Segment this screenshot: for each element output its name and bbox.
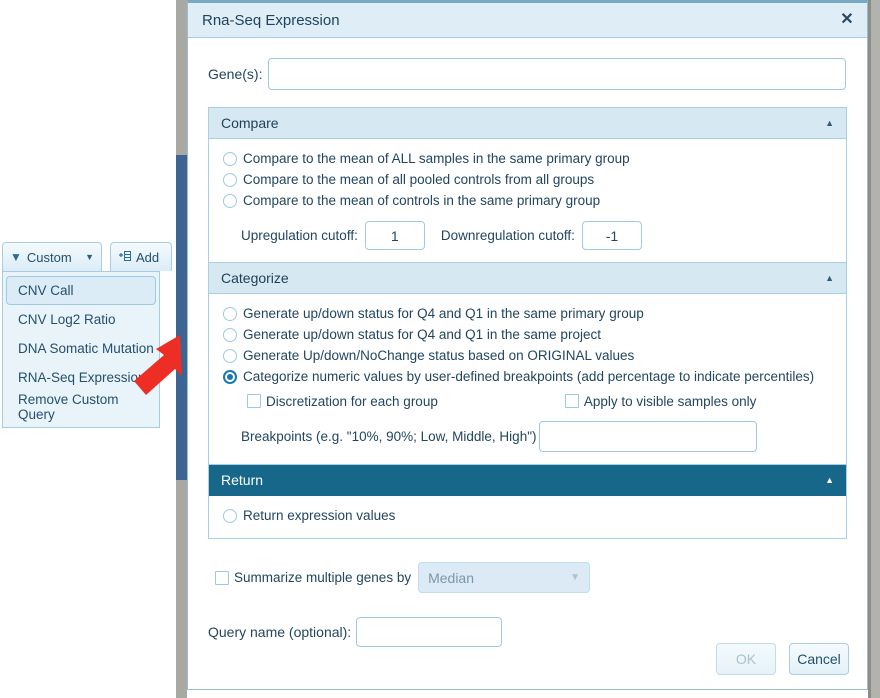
page-scrollbar-thumb[interactable] — [176, 155, 187, 480]
categorize-option-label: Generate up/down status for Q4 and Q1 in… — [243, 327, 601, 342]
return-panel: Return ▲ Return expression values — [208, 465, 847, 539]
radio-icon[interactable] — [223, 348, 237, 363]
chevron-down-icon: ▼ — [570, 572, 581, 583]
return-option-expression-values[interactable]: Return expression values — [209, 505, 846, 526]
radio-icon[interactable] — [223, 151, 237, 166]
categorize-panel-body: Generate up/down status for Q4 and Q1 in… — [209, 294, 846, 464]
upregulation-cutoff-label: Upregulation cutoff: — [241, 228, 358, 243]
visible-samples-label: Apply to visible samples only — [583, 393, 757, 409]
menu-item-dna-somatic-mutation[interactable]: DNA Somatic Mutation — [6, 334, 156, 363]
upregulation-cutoff-input[interactable] — [364, 221, 425, 250]
discretization-label: Discretization for each group — [266, 393, 438, 409]
compare-panel: Compare ▲ Compare to the mean of ALL sam… — [208, 107, 847, 263]
dialog-title: Rna-Seq Expression — [202, 11, 340, 29]
add-button-label: Add — [136, 249, 160, 265]
categorize-panel: Categorize ▲ Generate up/down status for… — [208, 263, 847, 465]
ok-button[interactable]: OK — [716, 643, 776, 675]
categorize-panel-title: Categorize — [221, 270, 289, 286]
dialog-body: Gene(s): Compare ▲ Compare to the mean o… — [188, 38, 867, 647]
categorize-suboptions-row: Discretization for each group Apply to v… — [209, 390, 846, 412]
custom-query-menu: ▼​ Custom ▼ Add CNV Call CNV Log2 Ratio … — [0, 242, 172, 428]
categorize-option-user-breakpoints[interactable]: Categorize numeric values by user-define… — [209, 366, 846, 387]
downregulation-cutoff-label: Downregulation cutoff: — [440, 228, 575, 243]
radio-icon[interactable] — [223, 508, 237, 523]
compare-panel-body: Compare to the mean of ALL samples in th… — [209, 139, 846, 262]
menu-item-remove-custom-query[interactable]: Remove Custom Query — [6, 391, 156, 422]
compare-option-label: Compare to the mean of ALL samples in th… — [243, 151, 630, 166]
custom-button[interactable]: ▼​ Custom ▼ — [2, 242, 102, 271]
return-panel-title: Return — [221, 472, 264, 488]
menu-item-label: RNA-Seq Expression — [18, 370, 146, 385]
radio-icon[interactable] — [223, 306, 237, 321]
compare-option-pooled-controls[interactable]: Compare to the mean of all pooled contro… — [209, 169, 846, 190]
right-gutter-edge — [868, 0, 871, 698]
downregulation-cutoff-input[interactable] — [581, 221, 642, 250]
radio-icon[interactable] — [223, 327, 237, 342]
categorize-option-label: Generate up/down status for Q4 and Q1 in… — [243, 306, 644, 321]
add-button[interactable]: Add — [110, 242, 172, 271]
return-panel-header[interactable]: Return ▲ — [209, 465, 846, 496]
breakpoints-label: Breakpoints (e.g. "10%, 90%; Low, Middle… — [241, 429, 537, 444]
compare-option-controls-same-group[interactable]: Compare to the mean of controls in the s… — [209, 190, 846, 211]
summarize-method-select[interactable]: Median ▼ — [418, 562, 591, 593]
compare-panel-header[interactable]: Compare ▲ — [209, 108, 846, 139]
categorize-panel-header[interactable]: Categorize ▲ — [209, 263, 846, 294]
return-option-label: Return expression values — [243, 508, 396, 523]
summarize-checkbox[interactable] — [215, 570, 229, 585]
categorize-option-q4q1-primary-group[interactable]: Generate up/down status for Q4 and Q1 in… — [209, 303, 846, 324]
menu-item-label: CNV Log2 Ratio — [18, 312, 116, 327]
compare-option-label: Compare to the mean of controls in the s… — [243, 193, 601, 208]
radio-icon[interactable] — [223, 193, 237, 208]
breakpoints-row: Breakpoints (e.g. "10%, 90%; Low, Middle… — [209, 421, 846, 452]
dialog-footer: OK Cancel — [716, 643, 849, 675]
gene-input[interactable] — [268, 58, 847, 90]
close-icon[interactable]: ✕ — [837, 10, 857, 30]
radio-icon[interactable] — [223, 172, 237, 187]
cutoff-row: Upregulation cutoff: Downregulation cuto… — [209, 221, 846, 250]
compare-option-all-samples[interactable]: Compare to the mean of ALL samples in th… — [209, 148, 846, 169]
summarize-row: Summarize multiple genes by Median ▼ — [188, 562, 867, 593]
gene-label: Gene(s): — [208, 66, 263, 82]
chevron-up-icon: ▲ — [825, 118, 834, 128]
categorize-option-original-values[interactable]: Generate Up/down/NoChange status based o… — [209, 345, 846, 366]
menu-item-label: CNV Call — [18, 283, 74, 298]
menu-item-label: Remove Custom Query — [18, 391, 119, 422]
query-name-input[interactable] — [356, 617, 503, 647]
chevron-down-icon: ▼ — [85, 252, 94, 262]
chevron-up-icon: ▲ — [825, 475, 834, 485]
categorize-option-label: Categorize numeric values by user-define… — [243, 369, 815, 384]
compare-panel-title: Compare — [221, 115, 279, 131]
custom-menu-panel: CNV Call CNV Log2 Ratio DNA Somatic Muta… — [2, 271, 160, 428]
cancel-button-label: Cancel — [797, 651, 841, 667]
compare-option-label: Compare to the mean of all pooled contro… — [243, 172, 595, 187]
summarize-label: Summarize multiple genes by — [234, 570, 412, 585]
return-panel-body: Return expression values — [209, 496, 846, 538]
menu-item-cnv-log2-ratio[interactable]: CNV Log2 Ratio — [6, 305, 156, 334]
menu-item-label: DNA Somatic Mutation — [18, 341, 154, 356]
summarize-method-value: Median — [428, 569, 474, 586]
visible-samples-checkbox[interactable] — [564, 394, 579, 408]
custom-button-label: Custom — [26, 249, 72, 265]
menu-item-rna-seq-expression[interactable]: RNA-Seq Expression — [6, 363, 156, 392]
radio-icon-selected[interactable] — [223, 369, 237, 384]
right-gutter — [868, 0, 880, 698]
cancel-button[interactable]: Cancel — [789, 643, 849, 675]
chevron-up-icon: ▲ — [825, 273, 834, 283]
categorize-option-label: Generate Up/down/NoChange status based o… — [243, 348, 635, 363]
page-scrollbar[interactable] — [176, 0, 187, 698]
add-column-icon — [118, 250, 131, 264]
breakpoints-input[interactable] — [539, 421, 758, 452]
gene-row: Gene(s): — [208, 38, 867, 90]
query-name-label: Query name (optional): — [208, 624, 352, 640]
categorize-option-q4q1-project[interactable]: Generate up/down status for Q4 and Q1 in… — [209, 324, 846, 345]
filter-icon: ▼​ — [10, 250, 22, 264]
sidebar-toolbar: ▼​ Custom ▼ Add — [0, 242, 172, 272]
discretization-checkbox[interactable] — [247, 394, 261, 408]
dialog-titlebar: Rna-Seq Expression ✕ — [188, 3, 867, 38]
ok-button-label: OK — [735, 651, 757, 667]
rna-seq-expression-dialog: Rna-Seq Expression ✕ Gene(s): Compare ▲ … — [187, 0, 868, 690]
menu-item-cnv-call[interactable]: CNV Call — [6, 276, 156, 305]
